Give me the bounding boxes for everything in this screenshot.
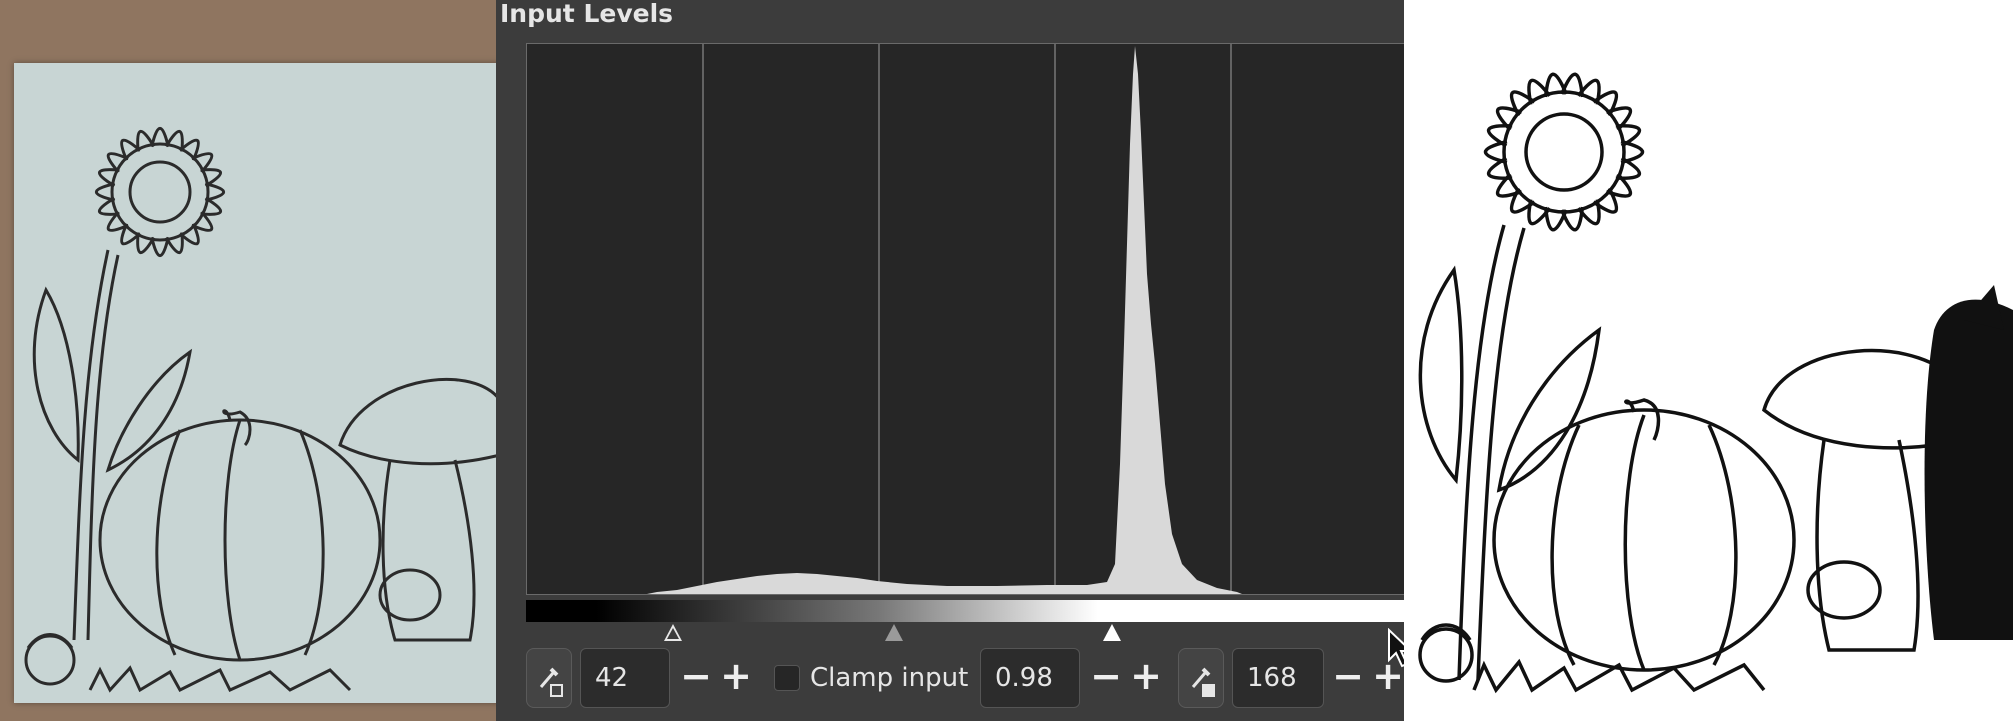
pencil-drawing-left <box>24 126 496 693</box>
cat-silhouette <box>1924 299 2013 640</box>
white-point-picker-button[interactable] <box>1178 648 1224 708</box>
input-slider[interactable] <box>526 622 1404 644</box>
high-input-decrement-button[interactable]: − <box>1328 648 1368 708</box>
levels-controls: 42 − + Clamp input 0.98 − + 168 − + <box>526 648 1404 708</box>
gamma-handle[interactable] <box>885 624 903 641</box>
color-picker-black-icon <box>539 667 563 697</box>
input-gradient-bar <box>526 600 1404 622</box>
dialog-title: Input Levels <box>500 0 674 28</box>
gamma-field[interactable]: 0.98 <box>980 648 1080 708</box>
white-point-handle[interactable] <box>1103 624 1121 641</box>
high-input-field[interactable]: 168 <box>1232 648 1324 708</box>
clamp-input-checkbox[interactable] <box>774 665 800 691</box>
gamma-increment-button[interactable]: + <box>1126 648 1166 708</box>
processed-image <box>1404 0 2013 721</box>
source-photo <box>0 0 496 721</box>
ink-drawing-right <box>1418 72 2013 694</box>
low-input-increment-button[interactable]: + <box>716 648 756 708</box>
black-point-picker-button[interactable] <box>526 648 572 708</box>
black-point-handle[interactable] <box>664 624 682 641</box>
color-picker-white-icon <box>1191 667 1215 697</box>
low-input-decrement-button[interactable]: − <box>676 648 716 708</box>
clamp-input-label[interactable]: Clamp input <box>810 648 968 708</box>
histogram <box>526 43 1404 595</box>
levels-dialog: Input Levels 42 − + Clamp input 0.98 − +… <box>496 0 1404 721</box>
low-input-field[interactable]: 42 <box>580 648 670 708</box>
mouse-cursor-icon <box>1388 628 1404 668</box>
gamma-decrement-button[interactable]: − <box>1086 648 1126 708</box>
